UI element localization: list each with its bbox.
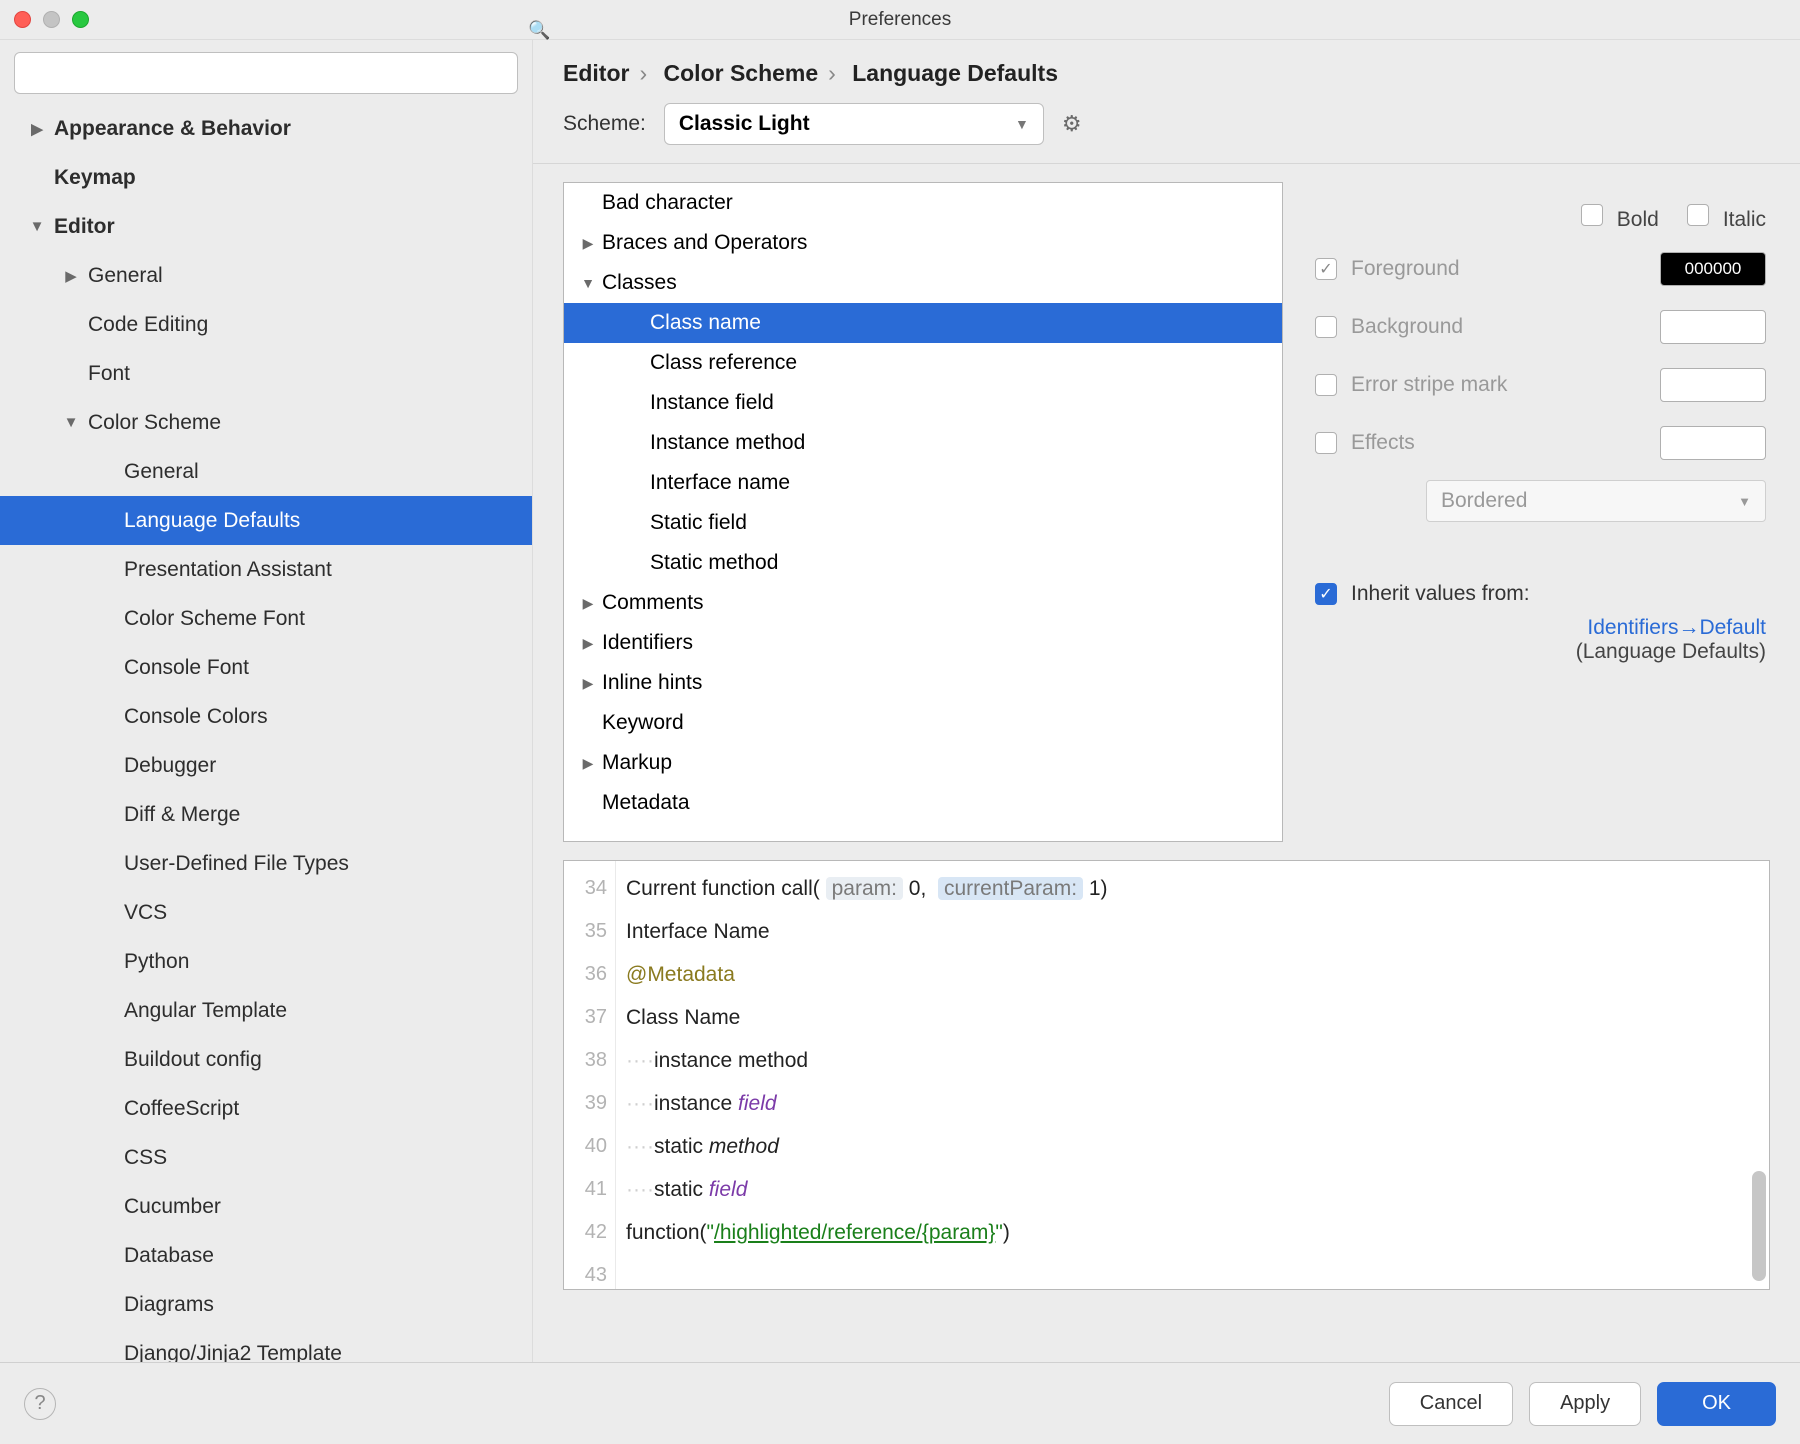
- bold-checkbox[interactable]: [1581, 204, 1603, 226]
- effects-swatch[interactable]: [1660, 426, 1766, 460]
- tree-item[interactable]: Database: [0, 1231, 532, 1280]
- scheme-select[interactable]: Classic Light ▼: [664, 103, 1044, 145]
- tree-item[interactable]: CSS: [0, 1133, 532, 1182]
- attribute-item[interactable]: Interface name: [564, 463, 1282, 503]
- attribute-item[interactable]: ▶Comments: [564, 583, 1282, 623]
- gear-icon[interactable]: ⚙: [1062, 111, 1082, 137]
- background-swatch[interactable]: [1660, 310, 1766, 344]
- background-checkbox[interactable]: [1315, 316, 1337, 338]
- minimize-icon: [43, 11, 60, 28]
- ok-button[interactable]: OK: [1657, 1382, 1776, 1426]
- tree-item[interactable]: User-Defined File Types: [0, 839, 532, 888]
- tree-item[interactable]: Angular Template: [0, 986, 532, 1035]
- effects-select[interactable]: Bordered▼: [1426, 480, 1766, 522]
- attribute-item[interactable]: Class name: [564, 303, 1282, 343]
- attribute-item[interactable]: ▶Identifiers: [564, 623, 1282, 663]
- attribute-list[interactable]: Bad character▶Braces and Operators▼Class…: [563, 182, 1283, 842]
- foreground-swatch[interactable]: 000000: [1660, 252, 1766, 286]
- tree-item[interactable]: ▼Editor: [0, 202, 532, 251]
- errorstripe-checkbox[interactable]: [1315, 374, 1337, 396]
- attribute-item[interactable]: ▼Classes: [564, 263, 1282, 303]
- help-icon[interactable]: ?: [24, 1388, 56, 1420]
- tree-item[interactable]: Cucumber: [0, 1182, 532, 1231]
- settings-tree[interactable]: ▶Appearance & BehaviorKeymap▼Editor▶Gene…: [0, 104, 532, 1362]
- titlebar: Preferences: [0, 0, 1800, 40]
- attribute-item[interactable]: Instance field: [564, 383, 1282, 423]
- tree-item[interactable]: Console Colors: [0, 692, 532, 741]
- search-input[interactable]: [14, 52, 518, 94]
- sidebar: 🔍 ▶Appearance & BehaviorKeymap▼Editor▶Ge…: [0, 40, 533, 1362]
- cancel-button[interactable]: Cancel: [1389, 1382, 1513, 1426]
- effects-checkbox[interactable]: [1315, 432, 1337, 454]
- tree-item[interactable]: Language Defaults: [0, 496, 532, 545]
- errorstripe-swatch[interactable]: [1660, 368, 1766, 402]
- tree-item[interactable]: Debugger: [0, 741, 532, 790]
- scrollbar-thumb[interactable]: [1752, 1171, 1766, 1281]
- code-area: Current function call( param: 0, current…: [616, 861, 1769, 1289]
- breadcrumb: Editor› Color Scheme› Language Defaults: [533, 40, 1800, 99]
- properties-panel: Bold Italic Foreground 000000 Background: [1315, 182, 1770, 842]
- tree-item[interactable]: ▼Color Scheme: [0, 398, 532, 447]
- tree-item[interactable]: Console Font: [0, 643, 532, 692]
- tree-item[interactable]: Python: [0, 937, 532, 986]
- tree-item[interactable]: Django/Jinja2 Template: [0, 1329, 532, 1362]
- close-icon[interactable]: [14, 11, 31, 28]
- tree-item[interactable]: ▶Appearance & Behavior: [0, 104, 532, 153]
- tree-item[interactable]: Color Scheme Font: [0, 594, 532, 643]
- attribute-item[interactable]: ▶Braces and Operators: [564, 223, 1282, 263]
- attribute-item[interactable]: Keyword: [564, 703, 1282, 743]
- tree-item[interactable]: ▶General: [0, 251, 532, 300]
- inherit-link[interactable]: Identifiers→Default: [1587, 616, 1766, 639]
- italic-checkbox[interactable]: [1687, 204, 1709, 226]
- attribute-item[interactable]: ▶Inline hints: [564, 663, 1282, 703]
- attribute-item[interactable]: Static method: [564, 543, 1282, 583]
- tree-item[interactable]: Diagrams: [0, 1280, 532, 1329]
- attribute-item[interactable]: ▶Markup: [564, 743, 1282, 783]
- inherit-sub: (Language Defaults): [1576, 640, 1766, 663]
- chevron-down-icon: ▼: [1738, 494, 1751, 509]
- foreground-checkbox[interactable]: [1315, 258, 1337, 280]
- zoom-icon[interactable]: [72, 11, 89, 28]
- search-icon: 🔍: [528, 20, 550, 41]
- apply-button[interactable]: Apply: [1529, 1382, 1641, 1426]
- window-controls: [14, 11, 89, 28]
- tree-item[interactable]: Presentation Assistant: [0, 545, 532, 594]
- tree-item[interactable]: Keymap: [0, 153, 532, 202]
- tree-item[interactable]: CoffeeScript: [0, 1084, 532, 1133]
- window-title: Preferences: [849, 9, 951, 31]
- tree-item[interactable]: Code Editing: [0, 300, 532, 349]
- attribute-item[interactable]: Instance method: [564, 423, 1282, 463]
- gutter: 34353637383940414243: [564, 861, 616, 1289]
- attribute-item[interactable]: Static field: [564, 503, 1282, 543]
- footer: ? Cancel Apply OK: [0, 1362, 1800, 1444]
- scheme-label: Scheme:: [563, 112, 646, 136]
- chevron-down-icon: ▼: [1015, 116, 1029, 132]
- tree-item[interactable]: Font: [0, 349, 532, 398]
- attribute-item[interactable]: Class reference: [564, 343, 1282, 383]
- tree-item[interactable]: General: [0, 447, 532, 496]
- tree-item[interactable]: Buildout config: [0, 1035, 532, 1084]
- inherit-checkbox[interactable]: [1315, 583, 1337, 605]
- attribute-item[interactable]: Metadata: [564, 783, 1282, 823]
- code-preview[interactable]: 34353637383940414243 Current function ca…: [563, 860, 1770, 1290]
- tree-item[interactable]: Diff & Merge: [0, 790, 532, 839]
- attribute-item[interactable]: Bad character: [564, 183, 1282, 223]
- tree-item[interactable]: VCS: [0, 888, 532, 937]
